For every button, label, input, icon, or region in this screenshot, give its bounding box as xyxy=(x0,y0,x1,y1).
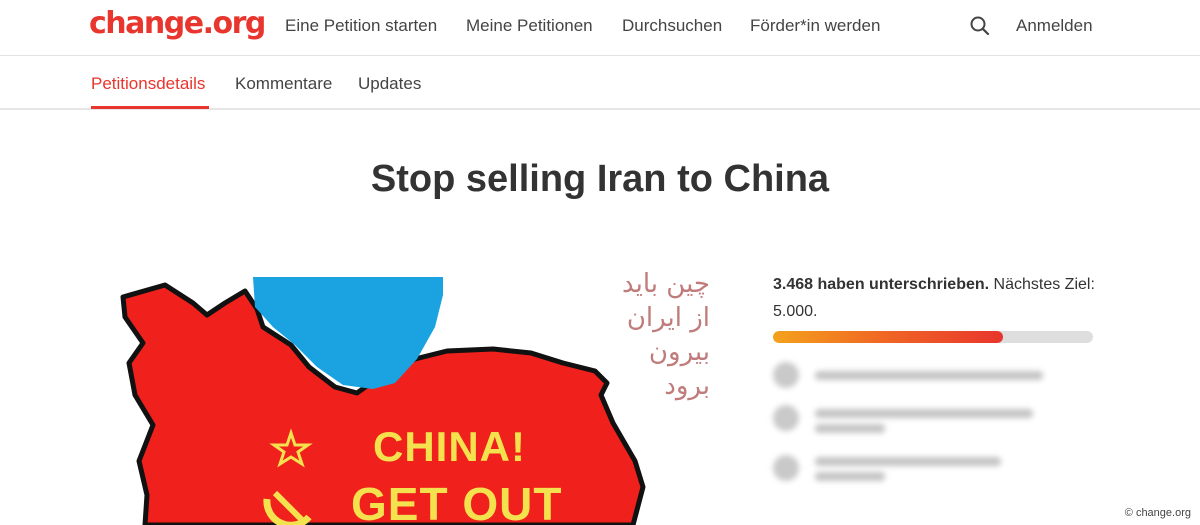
blurred-text xyxy=(815,371,1043,380)
petition-title: Stop selling Iran to China xyxy=(370,158,830,200)
signature-progress-bar xyxy=(773,331,1093,343)
avatar xyxy=(773,405,799,431)
persian-line: از ایران xyxy=(626,303,710,333)
tab-comments[interactable]: Kommentare xyxy=(235,74,332,94)
tab-updates[interactable]: Updates xyxy=(358,74,421,94)
change-org-logo[interactable]: change.org xyxy=(89,6,266,41)
nav-become-member[interactable]: Förder*in werden xyxy=(750,16,880,36)
signature-count-text: 3.468 haben unterschrieben. Nächstes Zie… xyxy=(773,271,1103,325)
nav-browse[interactable]: Durchsuchen xyxy=(622,16,722,36)
persian-line: برود xyxy=(664,371,710,401)
blurred-text xyxy=(815,457,1001,466)
top-navigation: change.org Eine Petition starten Meine P… xyxy=(0,0,1200,56)
blurred-text xyxy=(815,472,885,481)
search-icon[interactable] xyxy=(968,14,992,38)
petition-tabs: Petitionsdetails Kommentare Updates xyxy=(0,56,1200,110)
nav-my-petitions[interactable]: Meine Petitionen xyxy=(466,16,593,36)
progress-fill xyxy=(773,331,1004,343)
blurred-text xyxy=(815,424,885,433)
active-tab-indicator xyxy=(91,106,209,109)
blurred-text xyxy=(815,409,1033,418)
signature-count: 3.468 haben unterschrieben. xyxy=(773,276,990,293)
avatar xyxy=(773,455,799,481)
persian-line: بیرون xyxy=(648,337,710,367)
image-text-china: CHINA! xyxy=(373,423,526,470)
signin-link[interactable]: Anmelden xyxy=(1016,16,1093,36)
image-text-get-out: GET OUT xyxy=(351,478,563,525)
nav-start-petition[interactable]: Eine Petition starten xyxy=(285,16,437,36)
avatar xyxy=(773,362,799,388)
petition-image: چین باید از ایران بیرون برود CHINA! GET … xyxy=(95,255,740,525)
persian-slogan: چین باید از ایران بیرون برود xyxy=(570,267,710,403)
persian-line: چین باید xyxy=(621,269,710,299)
watermark: © change.org xyxy=(1121,506,1194,520)
tab-petition-details[interactable]: Petitionsdetails xyxy=(91,74,205,94)
